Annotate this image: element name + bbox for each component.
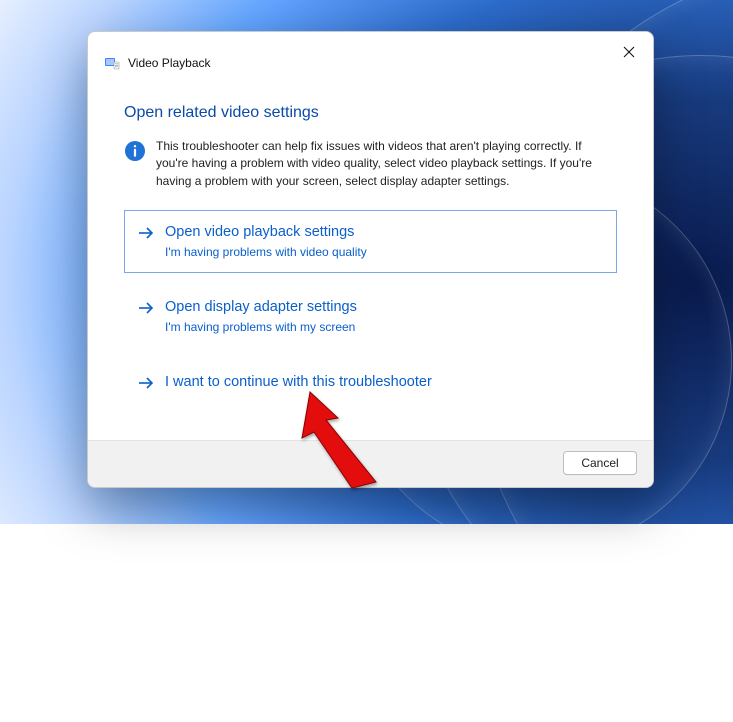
option-continue-troubleshooter[interactable]: I want to continue with this troubleshoo… (124, 360, 617, 405)
info-row: This troubleshooter can help fix issues … (124, 138, 617, 190)
option-title: I want to continue with this troubleshoo… (165, 373, 432, 392)
arrow-right-icon (137, 374, 155, 392)
arrow-right-icon (137, 299, 155, 317)
option-text: I want to continue with this troubleshoo… (165, 373, 432, 392)
dialog-footer: Cancel (88, 440, 653, 487)
titlebar: Video Playback (88, 32, 653, 80)
dialog-title: Video Playback (128, 56, 211, 70)
troubleshooter-icon (104, 55, 120, 71)
option-text: Open display adapter settings I'm having… (165, 298, 357, 335)
option-text: Open video playback settings I'm having … (165, 223, 367, 260)
option-title: Open video playback settings (165, 223, 367, 242)
option-video-playback-settings[interactable]: Open video playback settings I'm having … (124, 210, 617, 273)
option-title: Open display adapter settings (165, 298, 357, 317)
troubleshooter-dialog: Video Playback Open related video settin… (87, 31, 654, 488)
dialog-content: Open related video settings This trouble… (88, 80, 653, 440)
section-heading: Open related video settings (124, 104, 617, 122)
close-button[interactable] (619, 42, 639, 62)
arrow-right-icon (137, 224, 155, 242)
info-text: This troubleshooter can help fix issues … (156, 138, 615, 190)
cancel-button[interactable]: Cancel (563, 451, 637, 475)
title-left: Video Playback (96, 49, 211, 71)
info-icon (124, 140, 146, 162)
option-display-adapter-settings[interactable]: Open display adapter settings I'm having… (124, 285, 617, 348)
option-sub: I'm having problems with my screen (165, 319, 357, 335)
option-sub: I'm having problems with video quality (165, 244, 367, 260)
